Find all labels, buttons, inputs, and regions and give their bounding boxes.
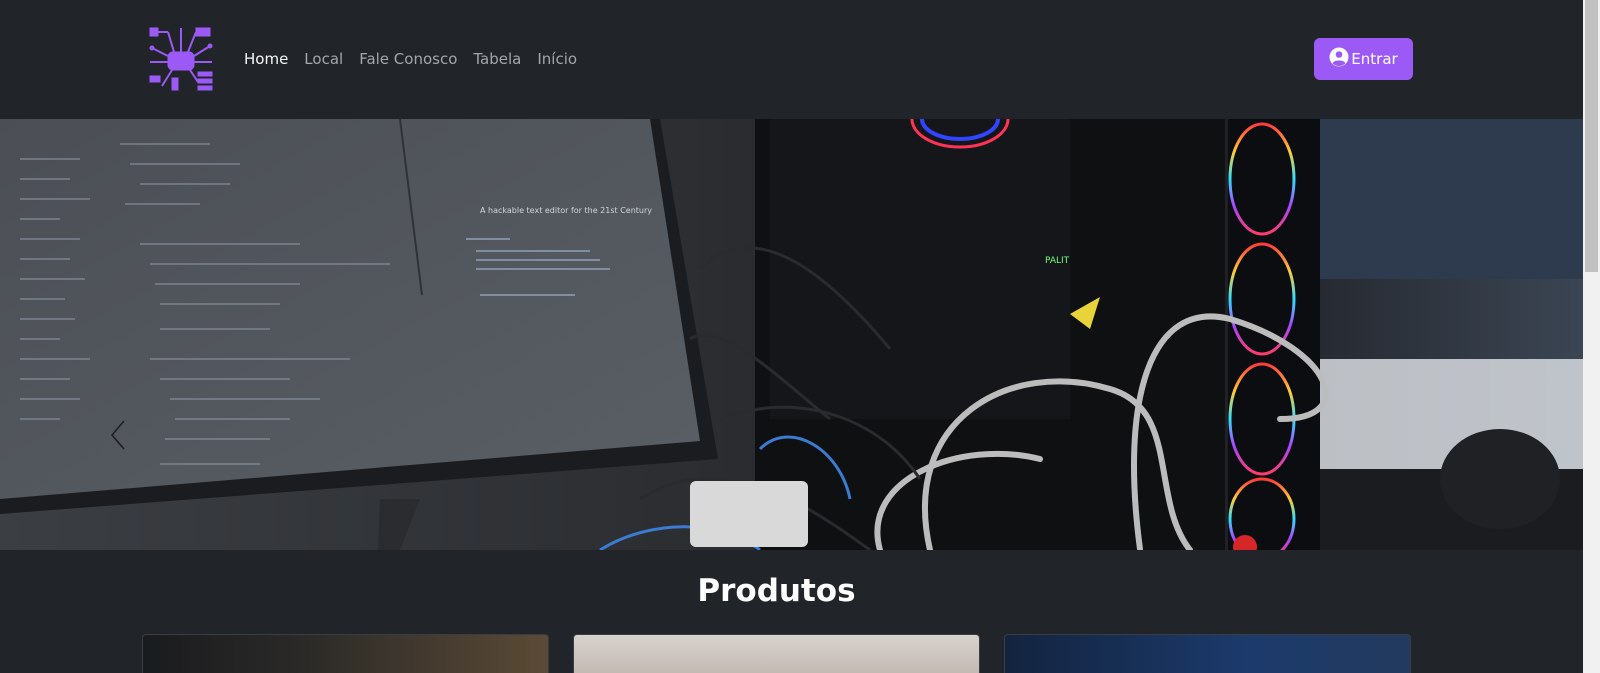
nav-links: Home Local Fale Conosco Tabela Início	[244, 49, 593, 69]
login-label: Entrar	[1351, 50, 1398, 68]
monitor-heading: A hackable text editor for the 21st Cent…	[480, 206, 652, 215]
circuit-chip-logo-icon[interactable]	[148, 26, 216, 92]
carousel-prev-button[interactable]	[100, 419, 136, 455]
nav-link-local[interactable]: Local	[304, 49, 343, 69]
navbar: Home Local Fale Conosco Tabela Início En…	[0, 0, 1583, 119]
products-title: Produtos	[697, 573, 856, 609]
product-card[interactable]	[142, 634, 549, 673]
nav-link-tabela[interactable]: Tabela	[473, 49, 521, 69]
svg-text:PALIT: PALIT	[1045, 256, 1070, 266]
chevron-left-icon	[108, 419, 128, 455]
hero-carousel[interactable]: A hackable text editor for the 21st Cent…	[0, 119, 1583, 550]
user-circle-icon	[1329, 47, 1349, 71]
scrollbar-thumb[interactable]	[1585, 0, 1598, 272]
nav-link-fale-conosco[interactable]: Fale Conosco	[359, 49, 457, 69]
carousel-image: A hackable text editor for the 21st Cent…	[0, 119, 1583, 550]
page: Home Local Fale Conosco Tabela Início En…	[0, 0, 1583, 673]
page-scrollbar[interactable]	[1583, 0, 1600, 673]
login-button[interactable]: Entrar	[1314, 38, 1413, 80]
product-card[interactable]	[1004, 634, 1411, 673]
nav-link-home[interactable]: Home	[244, 49, 288, 69]
product-card[interactable]	[573, 634, 980, 673]
nav-link-inicio[interactable]: Início	[537, 49, 577, 69]
